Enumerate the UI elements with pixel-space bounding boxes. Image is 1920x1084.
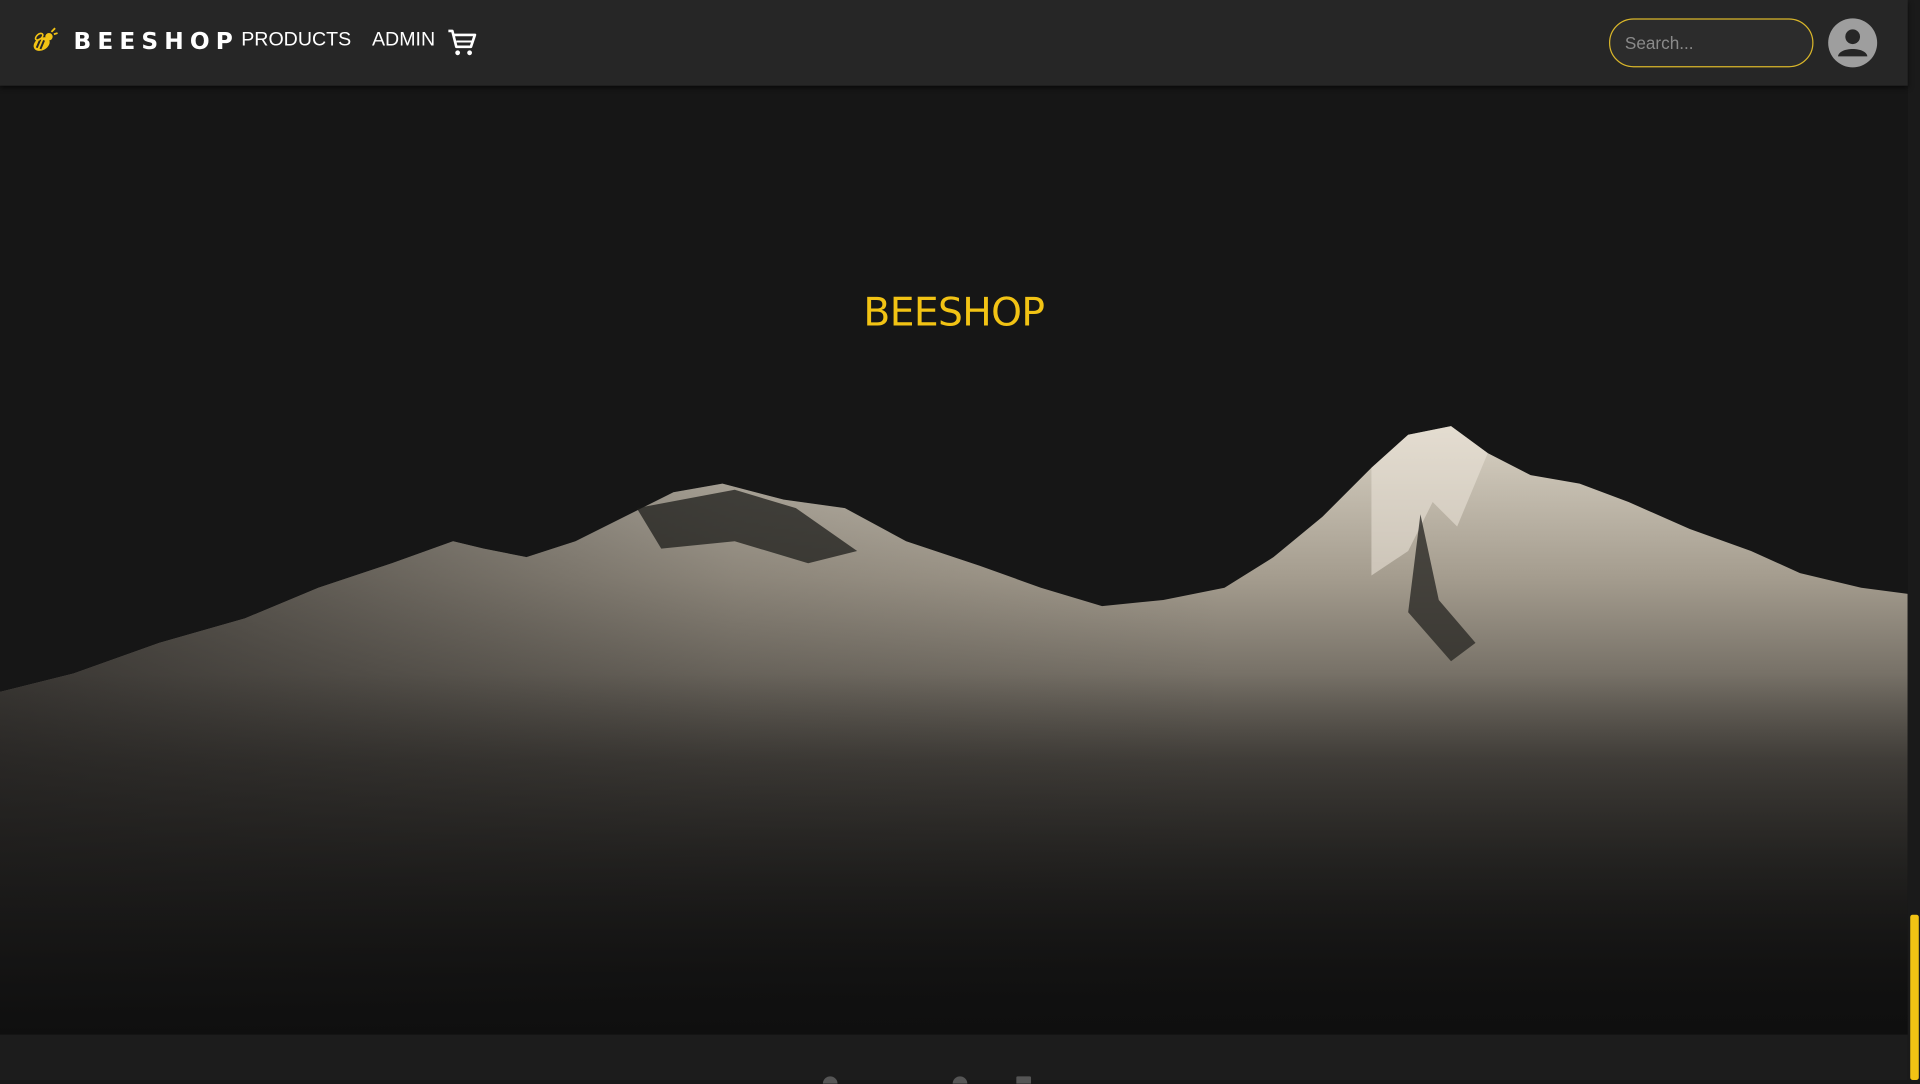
user-avatar-button[interactable] [1828,18,1878,68]
hero-banner: BEESHOP [0,85,1908,1035]
next-section-strip [0,1034,1908,1084]
brand-logo-link[interactable]: BEESHOP [29,27,239,56]
mountain-background-image [0,426,1908,1035]
user-account-icon [1837,29,1868,57]
top-navbar: BEESHOP PRODUCTS ADMIN [0,0,1908,86]
bee-icon [33,27,58,51]
partial-icon [1016,1076,1032,1084]
search-input[interactable] [1608,18,1814,68]
shopping-cart-icon[interactable] [446,27,478,59]
scrollbar-thumb[interactable] [1910,914,1919,1081]
partial-icon [822,1076,838,1084]
page: BEESHOP PRODUCTS ADMIN Search... BEESHOP [0,0,1920,1084]
nav-links: PRODUCTS ADMIN [241,29,435,51]
hero-title: BEESHOP [863,288,1045,336]
nav-link-products[interactable]: PRODUCTS [241,29,351,51]
nav-link-admin[interactable]: ADMIN [372,29,435,51]
partial-icon [952,1076,968,1084]
brand-name: BEESHOP [73,28,239,56]
